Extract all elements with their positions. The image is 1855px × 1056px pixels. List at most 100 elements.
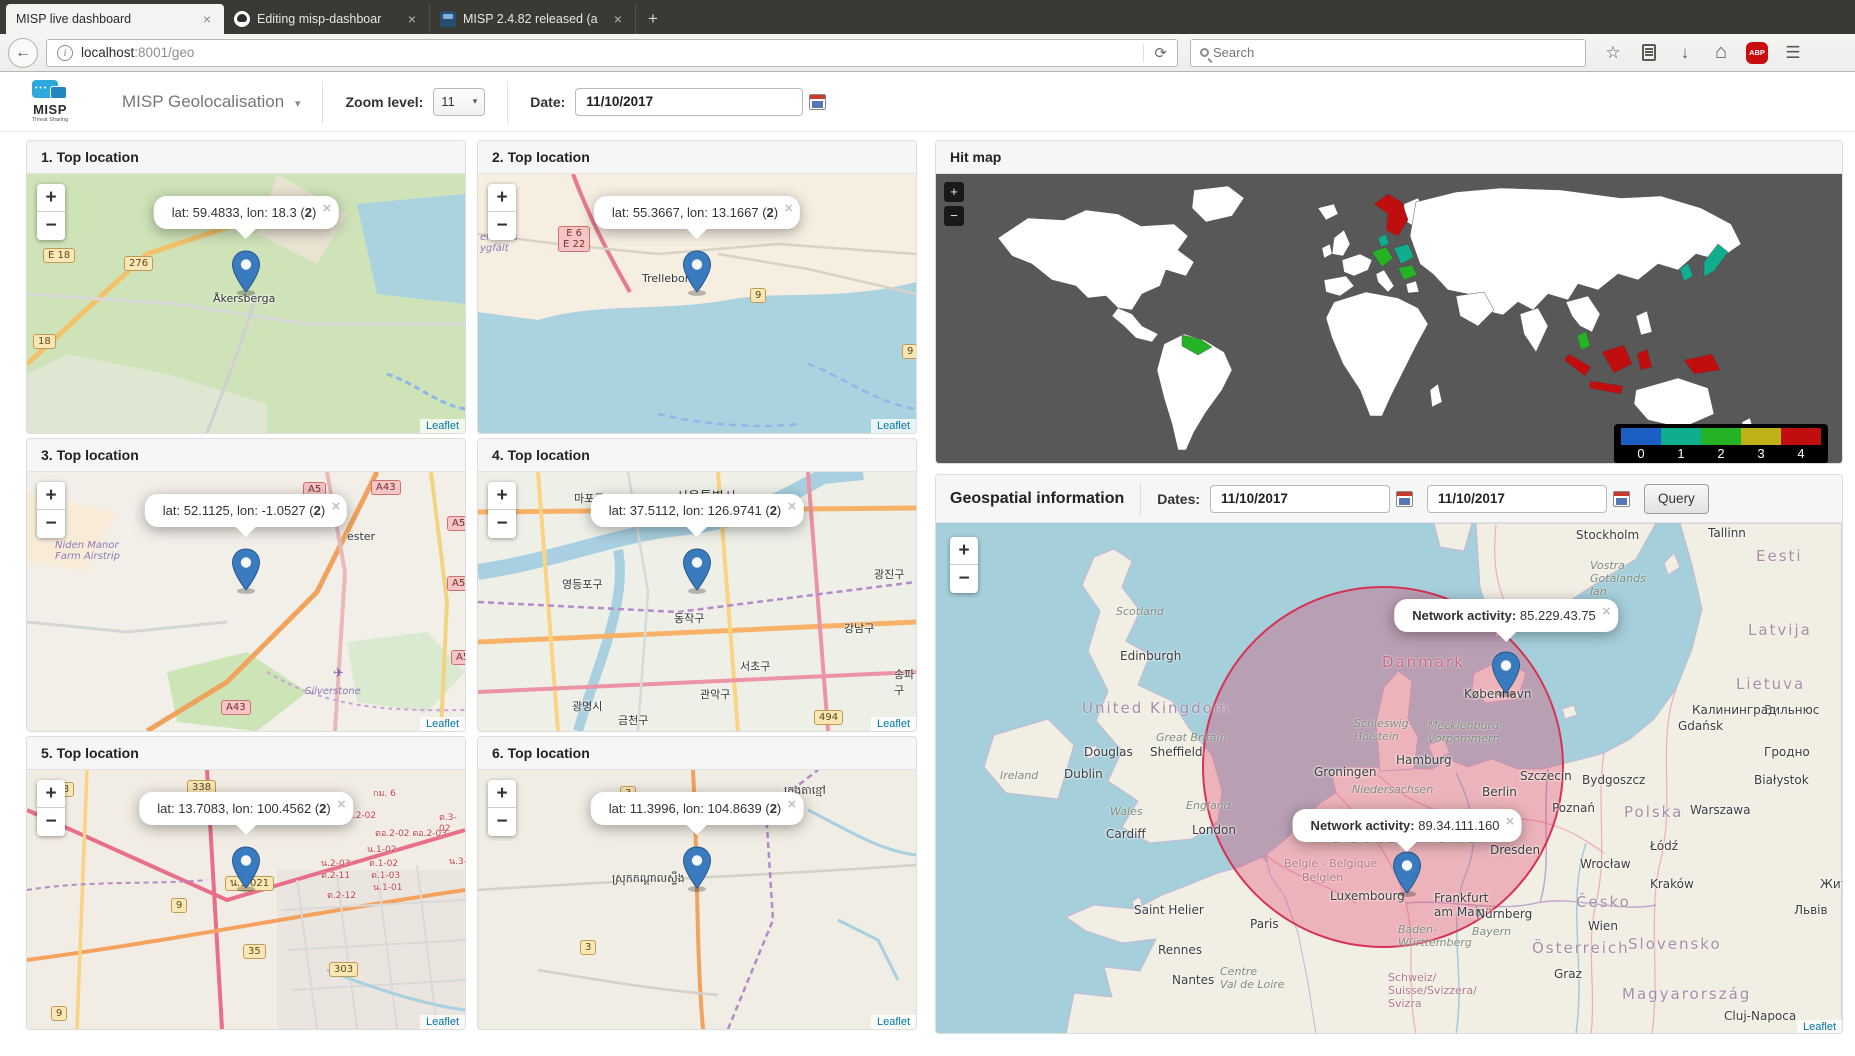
map-label: Polska (1624, 803, 1683, 821)
popup-close-icon[interactable]: × (1602, 603, 1611, 620)
zoom-in-button[interactable]: + (37, 482, 65, 510)
country-sumatra-red (1564, 354, 1591, 376)
zoom-level-select[interactable]: 11 ▾ (433, 88, 485, 116)
calendar-icon[interactable] (1396, 491, 1413, 507)
map-marker-icon[interactable] (231, 846, 261, 892)
browser-tab-bar: MISP live dashboard × Editing misp-dashb… (0, 0, 1855, 34)
app-header: MISP Threat Sharing MISP Geolocalisation… (0, 72, 1855, 132)
legend-value: 1 (1661, 445, 1701, 462)
geo-map-labels: StockholmTallinnEestiVostra Gotalands la… (936, 523, 1842, 1034)
tab-close-icon[interactable]: × (611, 11, 625, 27)
new-tab-button[interactable]: + (636, 4, 670, 34)
leaflet-map[interactable]: + − × lat: 59.4833, lon: 18.3 (2) Leafle… (27, 174, 465, 433)
zoom-in-button[interactable]: + (950, 537, 978, 565)
leaflet-attribution[interactable]: Leaflet (871, 419, 916, 433)
adblock-icon[interactable]: ABP (1744, 40, 1770, 66)
map-label: Dresden (1490, 843, 1540, 857)
downloads-icon[interactable]: ↓ (1672, 40, 1698, 66)
tab-misp-released[interactable]: MISP 2.4.82 released (a × (430, 4, 636, 34)
query-button[interactable]: Query (1644, 484, 1709, 514)
tab-close-icon[interactable]: × (405, 11, 419, 27)
map-marker-icon[interactable] (1491, 651, 1521, 697)
leaflet-attribution[interactable]: Leaflet (871, 717, 916, 731)
bookmark-star-icon[interactable]: ☆ (1600, 40, 1626, 66)
reading-list-icon[interactable] (1636, 40, 1662, 66)
misp-logo-text: MISP (24, 102, 76, 117)
home-icon[interactable]: ⌂ (1708, 40, 1734, 66)
leaflet-map[interactable]: + − × lat: 11.3996, lon: 104.8639 (2) Le… (478, 770, 916, 1029)
zoom-in-button[interactable]: + (488, 482, 516, 510)
zoom-out-button[interactable]: − (944, 206, 964, 226)
leaflet-attribution[interactable]: Leaflet (420, 717, 465, 731)
geospatial-header: Geospatial information Dates: Query (936, 475, 1842, 523)
zoom-out-button[interactable]: − (488, 808, 516, 836)
calendar-icon[interactable] (809, 94, 826, 110)
country-borneo-red (1602, 345, 1632, 373)
map-marker-icon[interactable] (1392, 851, 1422, 897)
leaflet-attribution[interactable]: Leaflet (1797, 1020, 1842, 1034)
leaflet-map[interactable]: + − × lat: 13.7083, lon: 100.4562 (2) Le… (27, 770, 465, 1029)
page-title-dropdown[interactable]: MISP Geolocalisation ▾ (122, 92, 300, 112)
map-marker-icon[interactable] (682, 250, 712, 296)
menu-icon[interactable]: ☰ (1780, 40, 1806, 66)
popup-close-icon[interactable]: × (788, 498, 797, 515)
map-zoom-control: + − (488, 184, 516, 240)
zoom-in-button[interactable]: + (488, 184, 516, 212)
reload-icon[interactable]: ⟳ (1143, 44, 1177, 62)
map-label: Slovensko (1628, 935, 1722, 953)
leaflet-attribution[interactable]: Leaflet (871, 1015, 916, 1029)
zoom-in-button[interactable]: + (37, 780, 65, 808)
url-bar[interactable]: i localhost:8001/geo ⟳ (46, 39, 1178, 67)
geospatial-map[interactable]: + − StockholmTallinnEestiVostra Gotaland… (936, 523, 1842, 1034)
map-label: Nürnberg (1476, 907, 1532, 921)
map-label: Scotland (1116, 605, 1164, 618)
zoom-out-button[interactable]: − (488, 510, 516, 538)
world-map (936, 174, 1842, 464)
leaflet-map[interactable]: + − × lat: 52.1125, lon: -1.0527 (2) Lea… (27, 472, 465, 731)
hit-map[interactable]: + − (936, 174, 1842, 464)
map-label: Mecklenburg- Vorpommern (1428, 719, 1503, 745)
zoom-out-button[interactable]: − (950, 565, 978, 593)
location-popup: × lat: 55.3667, lon: 13.1667 (2) (594, 196, 800, 229)
zoom-in-button[interactable]: + (37, 184, 65, 212)
popup-close-icon[interactable]: × (323, 200, 332, 217)
zoom-out-button[interactable]: − (37, 808, 65, 836)
info-icon[interactable]: i (57, 45, 73, 61)
zoom-in-button[interactable]: + (488, 780, 516, 808)
search-box[interactable] (1190, 39, 1586, 67)
popup-close-icon[interactable]: × (784, 200, 793, 217)
tab-misp-live-dashboard[interactable]: MISP live dashboard × (6, 4, 224, 34)
date-input[interactable] (575, 88, 803, 116)
hit-map-legend: 01234 (1614, 424, 1828, 464)
map-marker-icon[interactable] (231, 250, 261, 296)
popup-close-icon[interactable]: × (337, 796, 346, 813)
zoom-out-button[interactable]: − (37, 510, 65, 538)
top-location-panel: 5. Top location + − × lat: 13.7083, lon:… (26, 736, 466, 1030)
map-marker-icon[interactable] (682, 846, 712, 892)
zoom-in-button[interactable]: + (944, 182, 964, 202)
misp-logo-subtitle: Threat Sharing (24, 117, 76, 123)
leaflet-map[interactable]: + − × lat: 55.3667, lon: 13.1667 (2) Lea… (478, 174, 916, 433)
map-marker-icon[interactable] (231, 548, 261, 594)
popup-hit-count: 2 (305, 205, 312, 220)
popup-close-icon[interactable]: × (331, 498, 340, 515)
abp-badge: ABP (1746, 42, 1768, 64)
map-marker-icon[interactable] (682, 548, 712, 594)
browser-toolbar: ← i localhost:8001/geo ⟳ ☆ ↓ ⌂ ABP ☰ (0, 34, 1855, 72)
map-zoom-control: + − (37, 482, 65, 538)
leaflet-attribution[interactable]: Leaflet (420, 419, 465, 433)
date-from-input[interactable] (1210, 485, 1390, 513)
misp-logo[interactable]: MISP Threat Sharing (24, 80, 76, 123)
calendar-icon[interactable] (1613, 491, 1630, 507)
search-input[interactable] (1213, 45, 1585, 60)
tab-close-icon[interactable]: × (200, 11, 214, 27)
popup-close-icon[interactable]: × (788, 796, 797, 813)
back-button[interactable]: ← (8, 38, 38, 68)
tab-editing-misp-dashboard[interactable]: Editing misp-dashboar × (224, 4, 430, 34)
leaflet-map[interactable]: + − × lat: 37.5112, lon: 126.9741 (2) Le… (478, 472, 916, 731)
date-to-input[interactable] (1427, 485, 1607, 513)
zoom-out-button[interactable]: − (488, 212, 516, 240)
zoom-out-button[interactable]: − (37, 212, 65, 240)
popup-close-icon[interactable]: × (1506, 813, 1515, 830)
leaflet-attribution[interactable]: Leaflet (420, 1015, 465, 1029)
